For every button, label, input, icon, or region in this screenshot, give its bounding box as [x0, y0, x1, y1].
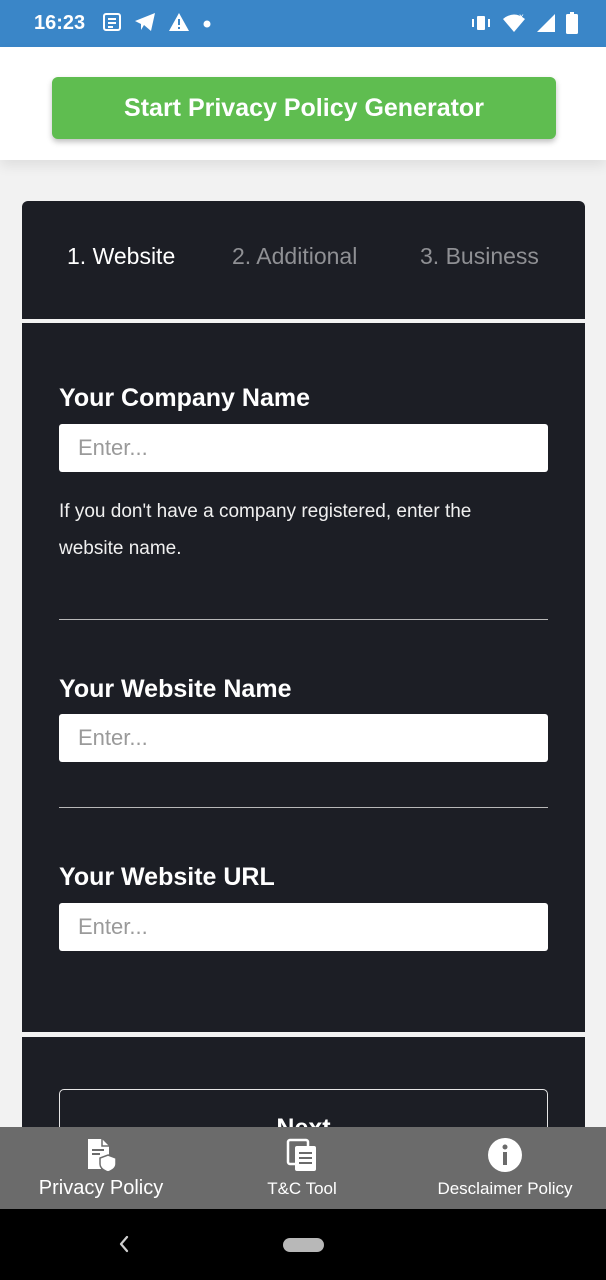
home-pill[interactable] [283, 1238, 324, 1252]
nav-privacy-policy[interactable]: Privacy Policy [20, 1127, 182, 1209]
company-name-hint: If you don't have a company registered, … [59, 501, 472, 559]
company-name-label: Your Company Name [59, 384, 310, 412]
website-url-input[interactable] [59, 903, 548, 951]
notification-icons [102, 12, 212, 37]
header: Start Privacy Policy Generator [0, 47, 606, 160]
step-tabs: 1. Website 2. Additional 3. Business [22, 201, 585, 319]
divider [59, 619, 548, 620]
website-name-input[interactable] [59, 714, 548, 762]
tab-business[interactable]: 3. Business [420, 243, 539, 270]
nav-privacy-policy-label: Privacy Policy [38, 1177, 164, 1199]
back-icon[interactable] [114, 1231, 134, 1257]
nav-tc-tool-label: T&C Tool [267, 1179, 337, 1198]
bottom-navigation: Privacy Policy T&C Tool Desclaimer Polic… [0, 1127, 606, 1209]
start-generator-button[interactable]: Start Privacy Policy Generator [52, 77, 556, 139]
telegram-icon [134, 12, 156, 37]
vibrate-icon [470, 13, 492, 38]
battery-icon [566, 12, 578, 39]
signal-icon [536, 13, 556, 38]
info-icon [487, 1137, 523, 1173]
website-name-label: Your Website Name [59, 675, 292, 703]
dot-icon [202, 16, 212, 34]
svg-text:x: x [519, 13, 524, 21]
next-section: Next [22, 1037, 585, 1127]
website-url-label: Your Website URL [59, 863, 275, 891]
system-icons: x [470, 12, 578, 39]
tab-website[interactable]: 1. Website [67, 243, 175, 270]
nav-tc-tool[interactable]: T&C Tool [232, 1127, 372, 1209]
tab-additional[interactable]: 2. Additional [232, 243, 357, 270]
copy-document-icon [286, 1137, 318, 1173]
website-form: Your Company Name If you don't have a co… [22, 323, 585, 1032]
next-button[interactable]: Next [59, 1089, 548, 1127]
status-bar: 16:23 x [0, 0, 606, 47]
status-time: 16:23 [34, 12, 86, 34]
wifi-icon: x [502, 12, 526, 38]
company-name-input[interactable] [59, 424, 548, 472]
privacy-document-icon [85, 1137, 117, 1173]
warning-icon [168, 12, 190, 37]
news-icon [102, 12, 122, 37]
nav-disclaimer-policy-label: Desclaimer Policy [437, 1179, 573, 1198]
nav-disclaimer-policy[interactable]: Desclaimer Policy [420, 1127, 590, 1209]
divider [59, 807, 548, 808]
